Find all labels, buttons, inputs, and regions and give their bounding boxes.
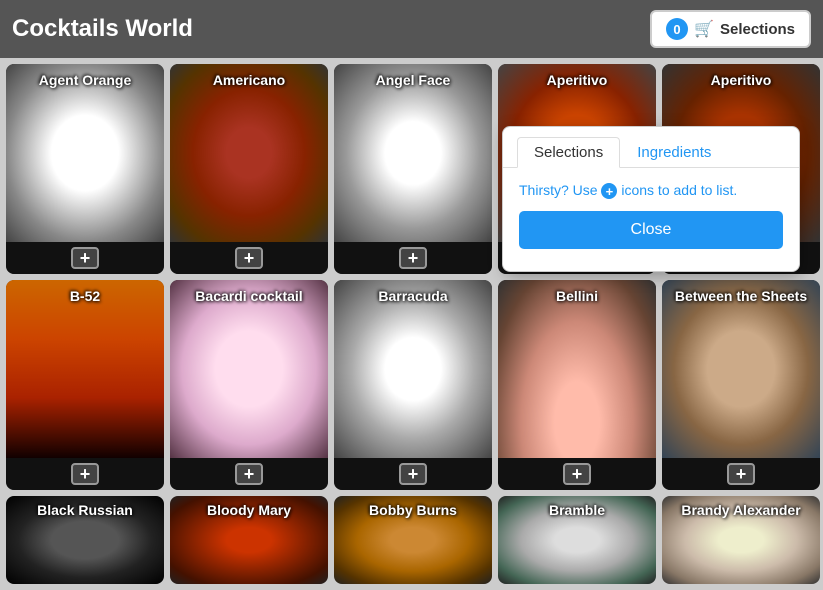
add-icon[interactable]: +	[71, 463, 99, 485]
card-barracuda[interactable]: Barracuda +	[334, 280, 492, 490]
card-name: Bramble	[498, 502, 656, 518]
add-button[interactable]: +	[6, 242, 164, 274]
card-bloody-mary[interactable]: Bloody Mary	[170, 496, 328, 584]
card-name: Black Russian	[6, 502, 164, 518]
add-icon[interactable]: +	[563, 463, 591, 485]
card-angel-face[interactable]: Angel Face +	[334, 64, 492, 274]
card-name: Americano	[170, 70, 328, 90]
card-name: Barracuda	[334, 286, 492, 306]
card-bellini[interactable]: Bellini +	[498, 280, 656, 490]
card-agent-orange[interactable]: Agent Orange +	[6, 64, 164, 274]
header: Cocktails World 0 🛒 Selections	[0, 0, 823, 58]
popup-hint: Thirsty? Use + icons to add to list.	[519, 182, 783, 199]
add-button[interactable]: +	[6, 458, 164, 490]
add-icon[interactable]: +	[71, 247, 99, 269]
card-brandy-alexander[interactable]: Brandy Alexander	[662, 496, 820, 584]
card-name: Bacardi cocktail	[170, 286, 328, 306]
add-button[interactable]: +	[662, 458, 820, 490]
popup-body: Thirsty? Use + icons to add to list. Clo…	[503, 168, 799, 257]
add-button[interactable]: +	[170, 242, 328, 274]
card-bacardi[interactable]: Bacardi cocktail +	[170, 280, 328, 490]
add-button[interactable]: +	[498, 458, 656, 490]
close-button[interactable]: Close	[519, 211, 783, 249]
selections-button[interactable]: 0 🛒 Selections	[650, 10, 811, 48]
card-between-sheets[interactable]: Between the Sheets +	[662, 280, 820, 490]
card-name: Between the Sheets	[662, 286, 820, 306]
card-name: Aperitivo	[662, 70, 820, 90]
add-icon[interactable]: +	[235, 463, 263, 485]
card-name: Bobby Burns	[334, 502, 492, 518]
add-icon[interactable]: +	[399, 463, 427, 485]
add-icon[interactable]: +	[399, 247, 427, 269]
card-name: Agent Orange	[6, 70, 164, 90]
card-black-russian[interactable]: Black Russian	[6, 496, 164, 584]
add-button[interactable]: +	[334, 458, 492, 490]
plus-icon: +	[601, 183, 617, 199]
card-name: Aperitivo	[498, 70, 656, 90]
add-button[interactable]: +	[170, 458, 328, 490]
card-name: Bellini	[498, 286, 656, 306]
add-icon[interactable]: +	[235, 247, 263, 269]
selections-label: Selections	[720, 21, 795, 38]
card-name: Angel Face	[334, 70, 492, 90]
card-americano[interactable]: Americano +	[170, 64, 328, 274]
app-title: Cocktails World	[12, 15, 193, 43]
tab-selections[interactable]: Selections	[517, 137, 620, 168]
card-name: Bloody Mary	[170, 502, 328, 518]
selections-popup: Selections Ingredients Thirsty? Use + ic…	[502, 126, 800, 272]
card-b52[interactable]: B-52 +	[6, 280, 164, 490]
card-name: B-52	[6, 286, 164, 306]
card-bramble[interactable]: Bramble	[498, 496, 656, 584]
card-bobby-burns[interactable]: Bobby Burns	[334, 496, 492, 584]
tab-ingredients[interactable]: Ingredients	[620, 137, 728, 167]
selections-badge: 0	[666, 18, 688, 40]
add-icon[interactable]: +	[727, 463, 755, 485]
card-name: Brandy Alexander	[662, 502, 820, 518]
popup-tabs: Selections Ingredients	[503, 127, 799, 168]
basket-icon: 🛒	[694, 19, 714, 39]
add-button[interactable]: +	[334, 242, 492, 274]
